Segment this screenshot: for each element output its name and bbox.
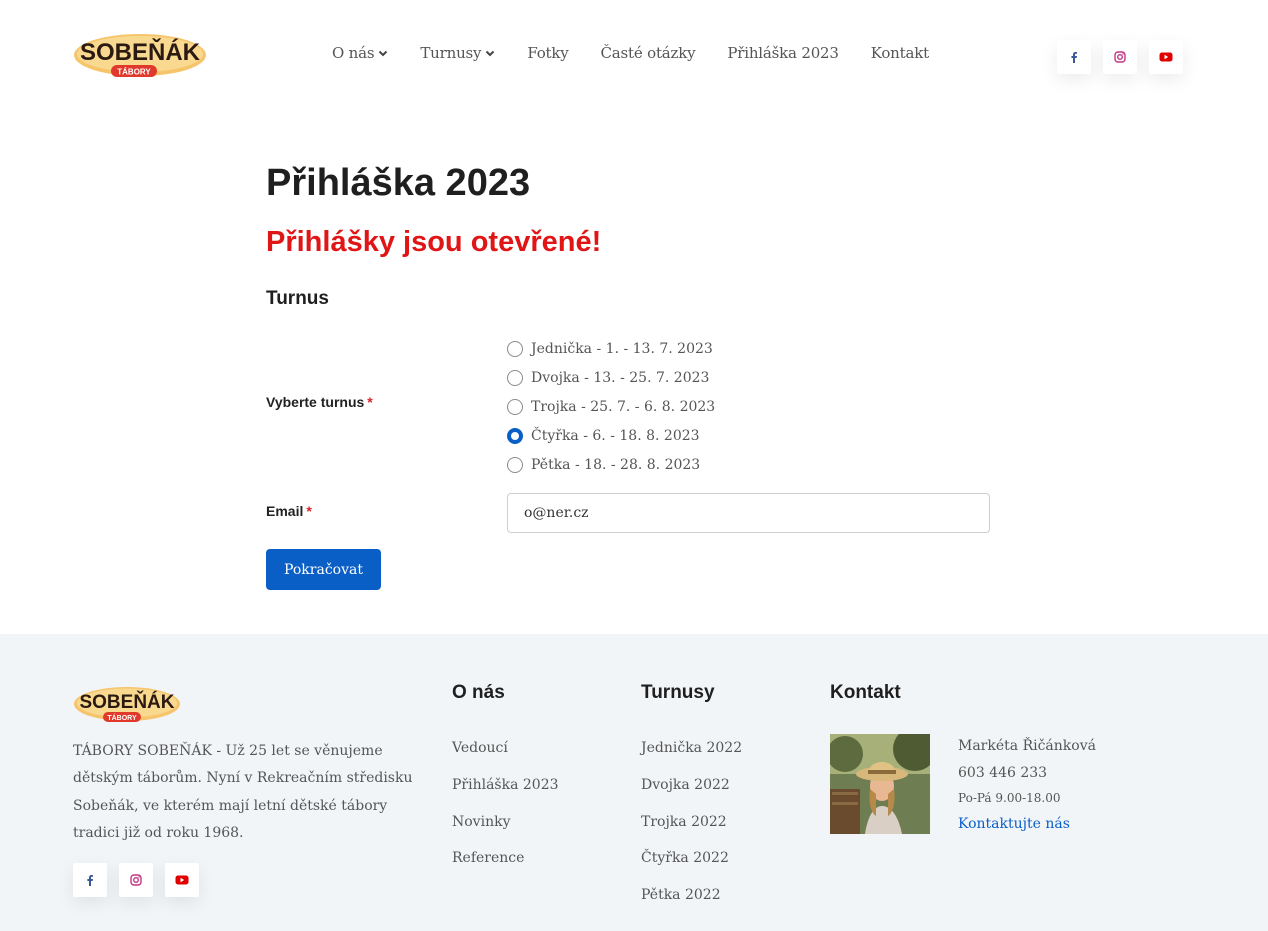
turnus-option-label: Čtyřka - 6. - 18. 8. 2023 <box>531 427 700 444</box>
footer-link[interactable]: Jednička 2022 <box>641 740 742 777</box>
turnus-option[interactable]: Pětka - 18. - 28. 8. 2023 <box>507 450 715 479</box>
turnus-radio-group: Jednička - 1. - 13. 7. 2023 Dvojka - 13.… <box>507 334 715 479</box>
contact-us-link[interactable]: Kontaktujte nás <box>958 816 1096 832</box>
turnus-label-text: Vyberte turnus <box>266 394 365 410</box>
continue-button[interactable]: Pokračovat <box>266 549 381 590</box>
footer-link[interactable]: Přihláška 2023 <box>452 777 559 814</box>
youtube-icon[interactable] <box>1149 40 1183 74</box>
footer-link[interactable]: Vedoucí <box>452 740 559 777</box>
social-links-footer <box>73 863 199 897</box>
required-mark: * <box>306 503 312 519</box>
footer-col-title-kontakt: Kontakt <box>830 682 901 703</box>
contact-hours: Po-Pá 9.00-18.00 <box>958 791 1061 805</box>
footer-link[interactable]: Pětka 2022 <box>641 887 742 924</box>
nav-item-caste-otazky[interactable]: Časté otázky <box>601 42 696 64</box>
nav-item-label: Časté otázky <box>600 44 696 62</box>
email-label-text: Email <box>266 503 304 519</box>
radio-button[interactable] <box>507 398 523 415</box>
turnus-option[interactable]: Jednička - 1. - 13. 7. 2023 <box>507 334 715 363</box>
turnus-field-label: Vyberte turnus * <box>266 394 373 410</box>
facebook-icon[interactable] <box>1057 40 1091 74</box>
footer-col-title-turnusy: Turnusy <box>641 682 715 703</box>
footer-col-title-o-nas: O nás <box>452 682 505 703</box>
nav-item-label: Turnusy <box>420 44 482 62</box>
turnus-option-label: Trojka - 25. 7. - 6. 8. 2023 <box>531 398 716 415</box>
main-nav: O nás Turnusy Fotky Časté otázky Přihláš… <box>332 42 961 64</box>
svg-text:TÁBORY: TÁBORY <box>107 713 137 722</box>
site-logo[interactable]: SOBEŇÁK TÁBORY <box>73 31 207 79</box>
radio-button-selected[interactable] <box>507 427 523 444</box>
nav-item-label: Fotky <box>527 44 569 62</box>
turnus-option[interactable]: Dvojka - 13. - 25. 7. 2023 <box>507 363 715 392</box>
turnus-option[interactable]: Čtyřka - 6. - 18. 8. 2023 <box>507 421 715 450</box>
required-mark: * <box>367 394 373 410</box>
footer-logo[interactable]: SOBEŇÁK TÁBORY <box>73 684 181 724</box>
svg-text:SOBEŇÁK: SOBEŇÁK <box>79 691 174 713</box>
turnus-option-label: Pětka - 18. - 28. 8. 2023 <box>531 456 701 473</box>
nav-item-o-nas[interactable]: O nás <box>332 42 388 64</box>
footer-link[interactable]: Reference <box>452 850 559 887</box>
chevron-down-icon <box>379 50 388 57</box>
radio-button[interactable] <box>507 456 523 473</box>
radio-button[interactable] <box>507 340 523 357</box>
svg-text:TÁBORY: TÁBORY <box>117 68 151 77</box>
page-title: Přihláška 2023 <box>266 162 531 204</box>
email-field-label: Email * <box>266 503 312 519</box>
turnus-option-label: Jednička - 1. - 13. 7. 2023 <box>531 340 713 357</box>
radio-button[interactable] <box>507 369 523 386</box>
nav-item-prihlaska[interactable]: Přihláška 2023 <box>727 42 839 64</box>
instagram-icon[interactable] <box>1103 40 1137 74</box>
site-footer: SOBEŇÁK TÁBORY TÁBORY SOBEŇÁK - Už 25 le… <box>0 634 1268 931</box>
footer-links-turnusy: Jednička 2022 Dvojka 2022 Trojka 2022 Čt… <box>641 740 742 924</box>
turnus-section-title: Turnus <box>266 288 329 309</box>
nav-item-label: O nás <box>332 44 375 62</box>
footer-link[interactable]: Trojka 2022 <box>641 814 742 851</box>
contact-name: Markéta Řičánková <box>958 738 1096 754</box>
instagram-icon[interactable] <box>119 863 153 897</box>
turnus-option[interactable]: Trojka - 25. 7. - 6. 8. 2023 <box>507 392 715 421</box>
nav-item-label: Přihláška 2023 <box>727 44 839 62</box>
email-value: o@ner.cz <box>524 505 589 521</box>
facebook-icon[interactable] <box>73 863 107 897</box>
contact-person-photo <box>830 734 930 834</box>
footer-links-o-nas: Vedoucí Přihláška 2023 Novinky Reference <box>452 740 559 887</box>
registration-open-notice: Přihlášky jsou otevřené! <box>266 226 602 258</box>
svg-text:SOBEŇÁK: SOBEŇÁK <box>80 38 201 66</box>
nav-item-kontakt[interactable]: Kontakt <box>871 42 929 64</box>
nav-item-fotky[interactable]: Fotky <box>527 42 568 64</box>
social-links-header <box>1057 40 1183 74</box>
contact-info: Markéta Řičánková 603 446 233 Po-Pá 9.00… <box>958 738 1096 832</box>
footer-link[interactable]: Dvojka 2022 <box>641 777 742 814</box>
footer-link[interactable]: Novinky <box>452 814 559 851</box>
site-header: SOBEŇÁK TÁBORY O nás Turnusy Fotky Časté… <box>0 0 1268 110</box>
chevron-down-icon <box>486 50 495 57</box>
footer-about-text: TÁBORY SOBEŇÁK - Už 25 let se věnujeme d… <box>73 743 413 841</box>
youtube-icon[interactable] <box>165 863 199 897</box>
email-field[interactable]: o@ner.cz <box>507 493 990 533</box>
nav-item-turnusy[interactable]: Turnusy <box>420 42 495 64</box>
contact-phone[interactable]: 603 446 233 <box>958 765 1096 791</box>
turnus-option-label: Dvojka - 13. - 25. 7. 2023 <box>531 369 710 386</box>
nav-item-label: Kontakt <box>870 44 929 62</box>
footer-link[interactable]: Čtyřka 2022 <box>641 850 742 887</box>
